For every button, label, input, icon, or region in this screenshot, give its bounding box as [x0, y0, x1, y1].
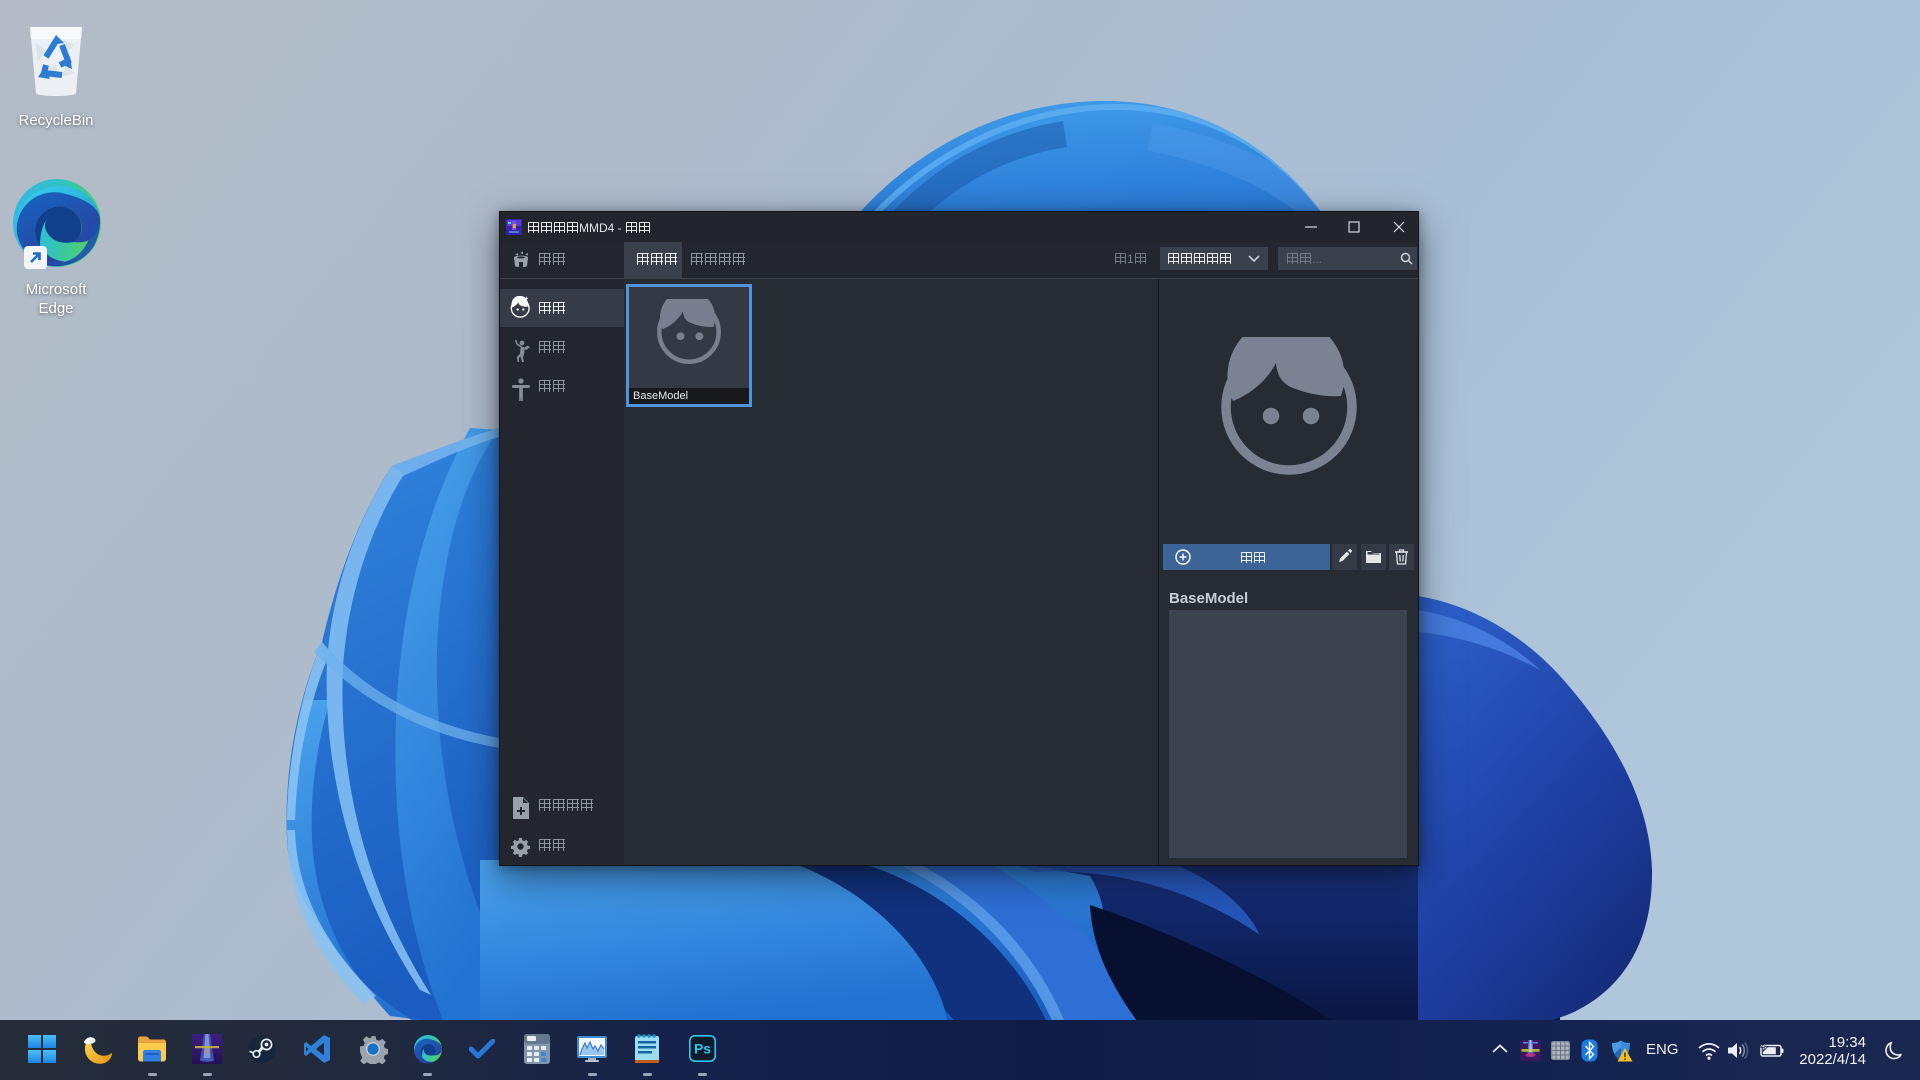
svg-text:Ps: Ps	[694, 1041, 711, 1057]
